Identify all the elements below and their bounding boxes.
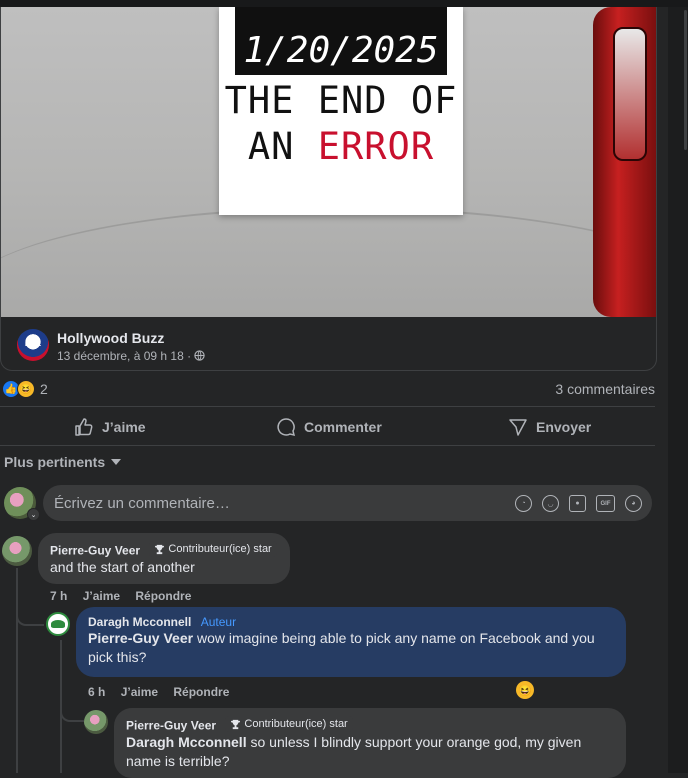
globe-icon (194, 350, 206, 361)
send-label: Envoyer (536, 419, 592, 435)
sticker-line-2: AN ERROR (219, 125, 463, 168)
thread-connector (60, 700, 84, 722)
badge-label: Contributeur(ice) star (244, 718, 348, 730)
sticker-line-2-b: ERROR (317, 125, 435, 168)
car-body-line (1, 207, 656, 317)
comment-author-row: Daragh Mcconnell Auteur (88, 615, 614, 629)
trophy-icon (155, 544, 165, 554)
avatar[interactable] (2, 536, 32, 566)
reaction-summary[interactable]: 👍 😆 2 (2, 380, 48, 398)
haha-reaction-icon: 😆 (17, 380, 35, 398)
comment-input-tools: ◔ ◡ ● GIF ◕ (515, 495, 642, 512)
page-name[interactable]: Hollywood Buzz (57, 330, 164, 346)
thread-connector (16, 600, 44, 626)
like-button[interactable]: J’aime (74, 415, 146, 439)
comment-text: Daragh Mcconnell so unless I blindly sup… (126, 733, 614, 771)
post-timestamp[interactable]: 13 décembre, à 09 h 18 · (57, 349, 206, 363)
send-icon (509, 419, 527, 436)
comment-reply-button[interactable]: Répondre (173, 685, 229, 699)
camera-icon[interactable]: ● (569, 495, 586, 512)
comment-mention[interactable]: Pierre-Guy Veer (88, 630, 193, 646)
comment-icon (277, 418, 296, 437)
chevron-down-icon (111, 459, 122, 465)
comment-time[interactable]: 7 h (50, 589, 67, 603)
avatar-emblem (51, 620, 65, 628)
page-avatar[interactable]: BUZZ (17, 329, 49, 361)
comment-count[interactable]: 3 commentaires (555, 381, 655, 397)
comment-bubble: Pierre-Guy Veer Contributeur(ice) star a… (38, 533, 290, 584)
page-avatar-text: BUZZ (25, 342, 41, 348)
top-bar (0, 0, 688, 7)
emoji-icon[interactable]: ◡ (542, 495, 559, 512)
comment-like-button[interactable]: J’aime (121, 685, 158, 699)
comment-author-row: Pierre-Guy Veer Contributeur(ice) star (50, 541, 278, 558)
comment-time[interactable]: 6 h (88, 685, 105, 699)
post-card: 1/20/2025 THE END OF AN ERROR BUZZ Holly… (0, 7, 657, 371)
comment-author-row: Pierre-Guy Veer Contributeur(ice) star (126, 716, 614, 733)
post-timestamp-text: 13 décembre, à 09 h 18 · (57, 349, 192, 363)
comment-text: Pierre-Guy Veer wow imagine being able t… (88, 629, 614, 667)
comment-text: and the start of another (50, 558, 195, 575)
avatar[interactable] (84, 710, 108, 734)
thumbs-up-icon (75, 418, 93, 436)
avatar-sticker-icon[interactable]: ◔ (515, 495, 532, 512)
comment-bubble-author: Daragh Mcconnell Auteur Pierre-Guy Veer … (76, 607, 626, 677)
comment-label: Commenter (304, 419, 382, 435)
top-contributor-badge[interactable]: Contributeur(ice) star (225, 716, 353, 732)
badge-label: Contributeur(ice) star (168, 543, 272, 555)
bumper-sticker: 1/20/2025 THE END OF AN ERROR (219, 7, 463, 215)
trophy-icon (231, 719, 241, 729)
haha-reaction-icon[interactable]: 😆 (516, 681, 534, 699)
comment-bubble: Pierre-Guy Veer Contributeur(ice) star D… (114, 708, 626, 778)
comment-author[interactable]: Pierre-Guy Veer (50, 544, 140, 558)
divider (0, 445, 655, 446)
comment-sort-label: Plus pertinents (4, 454, 106, 470)
comment-sort-dropdown[interactable]: Plus pertinents (4, 454, 122, 470)
author-badge: Auteur (200, 615, 237, 629)
comment-like-button[interactable]: J’aime (83, 589, 120, 603)
thread-line (16, 568, 18, 773)
sticker-line-2-a: AN (247, 125, 295, 168)
comment-button[interactable]: Commenter (276, 415, 382, 439)
post-image[interactable]: 1/20/2025 THE END OF AN ERROR (1, 7, 656, 317)
top-contributor-badge[interactable]: Contributeur(ice) star (149, 541, 277, 557)
comment-author[interactable]: Pierre-Guy Veer (126, 719, 216, 733)
chevron-down-icon[interactable]: ⌄ (27, 508, 40, 521)
comment-mention[interactable]: Daragh Mcconnell (126, 734, 247, 750)
send-button[interactable]: Envoyer (508, 415, 591, 439)
reaction-count: 2 (40, 381, 48, 397)
comment-actions: 6 h J’aime Répondre (88, 685, 241, 699)
comment-input-placeholder: Écrivez un commentaire… (54, 494, 230, 512)
comment-reply-button[interactable]: Répondre (135, 589, 191, 603)
gif-icon[interactable]: GIF (596, 495, 615, 512)
car-taillight-lens (613, 27, 647, 161)
comment-actions: 7 h J’aime Répondre (50, 589, 203, 603)
scrollbar-thumb[interactable] (684, 10, 687, 150)
sticker-icon[interactable]: ◕ (625, 495, 642, 512)
divider (0, 406, 655, 407)
sticker-line-1: THE END OF (224, 79, 458, 122)
sticker-date: 1/20/2025 (235, 7, 447, 75)
comment-input[interactable]: Écrivez un commentaire… ◔ ◡ ● GIF ◕ (43, 485, 652, 521)
avatar[interactable] (46, 612, 70, 636)
like-label: J’aime (102, 419, 146, 435)
comment-author[interactable]: Daragh Mcconnell (88, 615, 191, 629)
